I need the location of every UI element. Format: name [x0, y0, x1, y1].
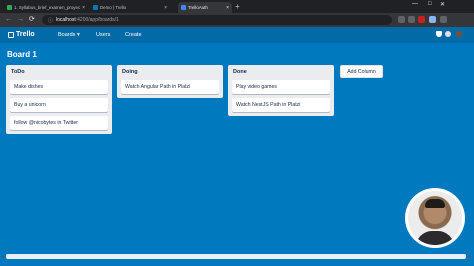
card[interactable]: follow @nicobytes in Twitter — [10, 116, 108, 130]
nav-boards-dropdown[interactable]: Boards ▾ — [58, 32, 80, 38]
url-path: :4200/app/boards/1 — [75, 17, 119, 23]
list-done: Done Play video games Watch NestJS Path … — [228, 65, 334, 116]
card[interactable]: Watch NestJS Path in Platzi — [232, 98, 330, 112]
minimize-icon[interactable]: — — [412, 1, 418, 7]
trello-favicon-icon — [93, 5, 98, 10]
board-title: Board 1 — [7, 50, 37, 59]
sheets-icon — [7, 5, 12, 10]
close-tab-icon[interactable]: × — [80, 5, 85, 11]
scroll-left-icon[interactable]: ◂ — [1, 254, 4, 260]
app-navbar: Trello Boards ▾ Users Create — [0, 27, 474, 43]
reload-icon[interactable]: ⟳ — [29, 16, 35, 24]
list-doing: Doing Watch Angular Path in Platzi — [117, 65, 223, 98]
list-title: ToDo — [11, 69, 25, 75]
forward-icon[interactable]: → — [17, 16, 24, 24]
nav-users[interactable]: Users — [96, 32, 110, 38]
info-icon: ⓘ — [48, 17, 54, 24]
maximize-icon[interactable]: □ — [428, 1, 432, 7]
card[interactable]: Make dishes — [10, 80, 108, 94]
horizontal-scrollbar[interactable] — [6, 254, 466, 259]
url-host: localhost — [56, 17, 76, 23]
presenter-image — [408, 191, 462, 245]
close-tab-icon[interactable]: × — [224, 5, 229, 11]
scroll-right-icon[interactable]: ▸ — [468, 254, 471, 260]
avatar-icon[interactable] — [456, 31, 462, 37]
card[interactable]: Watch Angular Path in Platzi — [121, 80, 219, 94]
extension-icon[interactable] — [418, 16, 425, 23]
webcam-overlay — [405, 188, 465, 248]
info-icon[interactable] — [445, 31, 451, 37]
close-window-icon[interactable]: ✕ — [440, 1, 445, 8]
browser-tab-strip: 1. Syllabus_brief_examen_proyec × Demo |… — [0, 0, 474, 13]
close-tab-icon[interactable]: × — [162, 5, 167, 11]
list-title: Doing — [122, 69, 138, 75]
browser-tab[interactable]: Demo | Trello × — [90, 2, 170, 13]
card[interactable]: Buy a unicorn — [10, 98, 108, 112]
trello-logo-icon — [8, 31, 14, 38]
app-logo[interactable]: Trello — [8, 31, 35, 38]
browser-tab-active[interactable]: TrelloAuth × — [178, 2, 232, 13]
star-icon[interactable] — [408, 16, 415, 23]
browser-toolbar: ← → ⟳ ⓘ localhost :4200/app/boards/1 — [0, 13, 474, 27]
list-todo: ToDo Make dishes Buy a unicorn follow @n… — [6, 65, 112, 134]
new-tab-button[interactable]: + — [235, 2, 240, 11]
share-icon[interactable] — [398, 16, 405, 23]
browser-tab[interactable]: 1. Syllabus_brief_examen_proyec × — [4, 2, 86, 13]
back-icon[interactable]: ← — [5, 16, 12, 24]
profile-icon[interactable] — [429, 16, 436, 23]
bell-icon[interactable] — [436, 31, 442, 37]
address-bar[interactable]: ⓘ localhost :4200/app/boards/1 — [42, 15, 392, 25]
angular-favicon-icon — [181, 5, 186, 10]
add-column-button[interactable]: Add Column — [340, 65, 383, 78]
card[interactable]: Play video games — [232, 80, 330, 94]
list-title: Done — [233, 69, 247, 75]
menu-icon[interactable] — [440, 16, 447, 23]
nav-create[interactable]: Create — [125, 32, 142, 38]
